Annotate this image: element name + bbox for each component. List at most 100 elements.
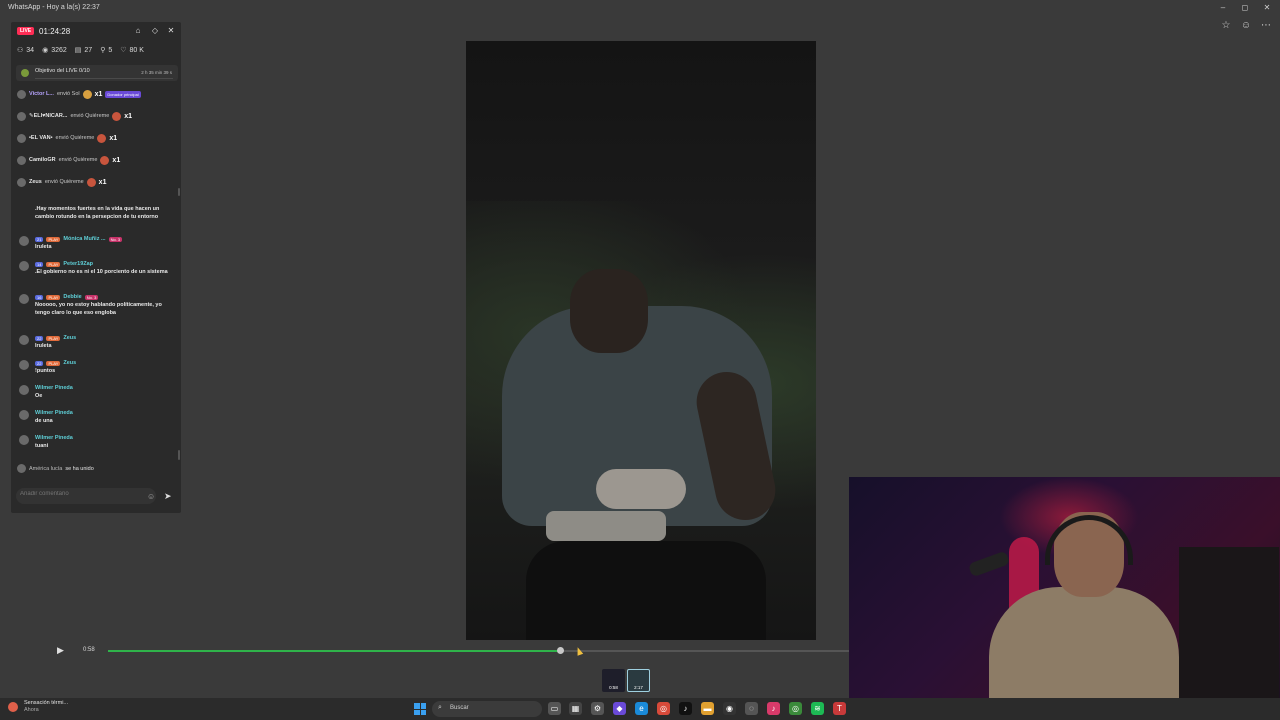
avatar[interactable]	[19, 335, 29, 345]
play-badge: PLAY	[46, 236, 61, 242]
rose-gift-icon	[86, 177, 96, 187]
shield-icon[interactable]: ◇	[150, 26, 160, 36]
microphone-icon	[967, 550, 1011, 578]
username[interactable]: Zeus	[63, 335, 76, 341]
goal-time-left: 2 h 35 min 39 s	[141, 70, 172, 75]
live-goal[interactable]: Objetivo del LIVE 0/10 2 h 35 min 39 s	[16, 65, 178, 81]
username[interactable]: Wilmer Pineda	[35, 410, 73, 416]
avatar[interactable]	[17, 111, 26, 121]
avatar[interactable]	[19, 385, 29, 395]
avatar[interactable]	[17, 155, 26, 165]
comment-box	[16, 488, 156, 504]
send-icon[interactable]: ➤	[164, 491, 172, 502]
folder-icon[interactable]: ▬	[701, 702, 714, 715]
star-icon[interactable]: ☆	[1220, 20, 1232, 32]
play-icon[interactable]: ▶	[57, 645, 64, 656]
user-add-icon: ⚲	[100, 47, 106, 54]
chrome-icon[interactable]: ◎	[657, 702, 670, 715]
windows-start-icon[interactable]	[414, 703, 426, 715]
file-manager-icon[interactable]: ▦	[569, 702, 582, 715]
live-badge: LIVE	[17, 27, 35, 35]
stat-likes: ♡ 80 K	[120, 46, 144, 55]
maximize-icon[interactable]: ◻	[1238, 2, 1252, 14]
level-badge: 16	[35, 294, 44, 300]
avatar[interactable]	[17, 133, 26, 143]
chrome-alt-icon[interactable]: ◎	[789, 702, 802, 715]
username[interactable]: Debbie	[63, 294, 81, 300]
heart-icon: ♡	[120, 47, 127, 54]
rank-badge: No. 3	[108, 236, 123, 242]
username[interactable]: Mónica Muñiz ...	[63, 236, 105, 242]
play-badge: PLAY	[46, 261, 61, 267]
settings-icon[interactable]: ⚙	[591, 702, 604, 715]
gift-row: CamiloGR envió Quiéreme x1	[17, 154, 120, 166]
task-view-icon[interactable]: ▭	[548, 702, 561, 715]
more-icon[interactable]: ⋯	[1260, 20, 1272, 32]
username[interactable]: Wilmer Pineda	[35, 385, 73, 391]
obs-icon[interactable]: ◉	[723, 702, 736, 715]
sun-gift-icon	[82, 89, 92, 99]
username[interactable]: Peter19Zap	[63, 261, 93, 267]
clip-thumbnail[interactable]: 0:58	[602, 669, 625, 692]
joined-text: se ha unido	[65, 465, 94, 472]
weather-title: Sensación térmi...	[24, 700, 69, 706]
app-icon[interactable]: ◌	[745, 702, 758, 715]
avatar[interactable]	[19, 261, 29, 271]
edge-icon[interactable]: e	[635, 702, 648, 715]
tiktok-icon[interactable]: ♪	[679, 702, 692, 715]
avatar[interactable]	[19, 294, 29, 304]
emoji-picker-icon[interactable]: ☺	[147, 492, 155, 501]
message-text: !puntos	[35, 368, 56, 374]
comment-input[interactable]	[20, 491, 140, 497]
avatar[interactable]	[19, 236, 29, 246]
close-panel-icon[interactable]: ✕	[166, 26, 176, 36]
gift-row: •EL VAN• envió Quiéreme x1	[17, 132, 117, 144]
text-icon[interactable]: T	[833, 702, 846, 715]
gifts-scrollbar[interactable]	[178, 188, 180, 196]
stat-views: ◉ 3262	[42, 46, 67, 55]
username[interactable]: Zeus	[63, 360, 76, 366]
level-badge: 22	[35, 360, 44, 366]
chat-scrollbar[interactable]	[178, 450, 180, 460]
level-badge: 22	[35, 335, 44, 341]
avatar[interactable]	[19, 410, 29, 420]
minimize-icon[interactable]: –	[1216, 2, 1230, 14]
weather-icon	[8, 702, 18, 712]
video-person-head	[570, 269, 648, 353]
avatar[interactable]	[19, 435, 29, 445]
video-player[interactable]	[466, 41, 816, 640]
avatar[interactable]	[17, 89, 26, 99]
play-badge: PLAY	[46, 360, 61, 366]
clip-thumbnails: 0:58 2:17	[602, 669, 650, 692]
video-food-tray	[546, 511, 666, 541]
avatar	[17, 464, 26, 473]
calendar-icon: ▤	[74, 47, 82, 54]
play-badge: PLAY	[46, 294, 61, 300]
level-badge: 21	[35, 236, 44, 242]
username[interactable]: Wilmer Pineda	[35, 435, 73, 441]
goal-icon	[21, 69, 29, 77]
tiktok-live-icon[interactable]: ♪	[767, 702, 780, 715]
message-text: .Hay momentos fuertes en la vida que hac…	[35, 206, 160, 220]
live-stats: ⚇ 34 ◉ 3262 ▤ 27 ⚲ 5 ♡ 80 K	[17, 46, 144, 55]
current-time: 0:58	[83, 647, 95, 653]
seek-handle[interactable]	[557, 647, 564, 654]
webcam-overlay	[849, 477, 1280, 720]
live-header: LIVE 01:24:28 ⌂ ◇ ✕	[11, 22, 181, 42]
close-icon[interactable]: ✕	[1260, 2, 1274, 14]
avatar[interactable]	[19, 360, 29, 370]
joined-user[interactable]: América lucía	[29, 466, 62, 472]
chat-message: 14 PLAY Peter19Zap .El gobierno no es ni…	[17, 261, 175, 289]
weather-subtitle: Ahora	[24, 707, 39, 713]
lock-icon[interactable]: ⌂	[133, 26, 143, 36]
copilot-icon[interactable]: ◆	[613, 702, 626, 715]
seek-bar[interactable]	[108, 647, 849, 654]
clip-thumbnail-selected[interactable]: 2:17	[627, 669, 650, 692]
rose-gift-icon	[112, 111, 122, 121]
taskbar-search[interactable]: ⌕ Buscar	[432, 701, 542, 717]
avatar[interactable]	[17, 177, 26, 187]
chat-message: Wilmer Pineda tuani	[17, 435, 175, 457]
emoji-icon[interactable]: ☺	[1240, 20, 1252, 32]
spotify-icon[interactable]: ≋	[811, 702, 824, 715]
chat-message: 16 PLAY Debbie No. 3 Nooooo, yo no estoy…	[17, 294, 175, 330]
